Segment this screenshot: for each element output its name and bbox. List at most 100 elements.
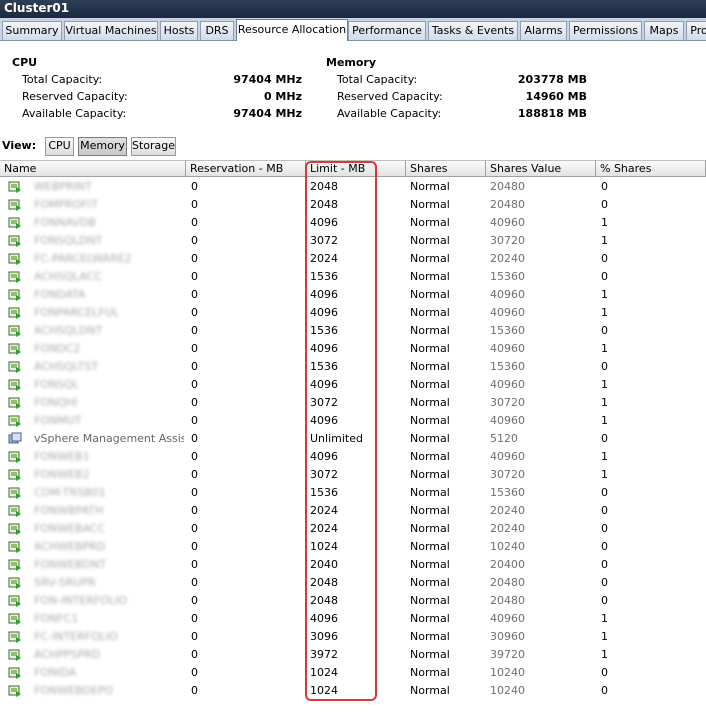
table-row[interactable]: WEBPRINT 0 2048 Normal 20480 0	[0, 178, 706, 196]
view-cpu-button[interactable]: CPU	[45, 137, 74, 156]
table-row[interactable]: FONNAVDB 0 4096 Normal 40960 1	[0, 214, 706, 232]
table-row[interactable]: FONIDA 0 1024 Normal 10240 0	[0, 664, 706, 682]
shares-cell: Normal	[410, 666, 450, 679]
table-row[interactable]: FONDATA 0 4096 Normal 40960 1	[0, 286, 706, 304]
memory-reserved-label: Reserved Capacity:	[337, 90, 443, 103]
reservation-cell: 0	[191, 180, 198, 193]
tab-performance[interactable]: Performance	[348, 21, 426, 40]
limit-cell: 3096	[310, 630, 338, 643]
vm-name-cell: FONNAVDB	[34, 216, 96, 229]
column-header-pct-shares[interactable]: % Shares	[596, 160, 706, 177]
vm-icon	[8, 270, 22, 284]
table-row[interactable]: FC-INTERFOLIO 0 3096 Normal 30960 1	[0, 628, 706, 646]
cpu-total-label: Total Capacity:	[22, 73, 103, 86]
reservation-cell: 0	[191, 612, 198, 625]
vm-name-cell: FONWEBDEPO	[34, 684, 114, 697]
table-row[interactable]: FONDC2 0 4096 Normal 40960 1	[0, 340, 706, 358]
tab-resource-allocation[interactable]: Resource Allocation	[236, 19, 348, 41]
reservation-cell: 0	[191, 288, 198, 301]
table-row[interactable]: FOMPROFIT 0 2048 Normal 20480 0	[0, 196, 706, 214]
shares-value-cell: 20240	[490, 522, 525, 535]
tab-permissions[interactable]: Permissions	[569, 21, 642, 40]
shares-value-cell: 30720	[490, 468, 525, 481]
limit-cell: 1024	[310, 540, 338, 553]
table-row[interactable]: FONWBPATH 0 2024 Normal 20240 0	[0, 502, 706, 520]
limit-cell: 1024	[310, 684, 338, 697]
column-header-limit[interactable]: Limit - MB	[306, 160, 406, 177]
tab-tasks-events[interactable]: Tasks & Events	[428, 21, 518, 40]
tab-hosts[interactable]: Hosts	[160, 21, 198, 40]
tab-pro[interactable]: Pro	[686, 21, 706, 40]
shares-value-cell: 10240	[490, 540, 525, 553]
table-row[interactable]: vSphere Management Assis... 0 Unlimited Nor…	[0, 430, 706, 448]
tab-alarms[interactable]: Alarms	[520, 21, 567, 40]
shares-cell: Normal	[410, 306, 450, 319]
view-memory-button[interactable]: Memory	[78, 137, 127, 156]
reservation-cell: 0	[191, 216, 198, 229]
limit-cell: 4096	[310, 216, 338, 229]
vm-name-cell: FC-PARCELWARE2	[34, 252, 132, 265]
vm-icon	[8, 630, 22, 644]
pct-shares-cell: 1	[601, 612, 608, 625]
table-row[interactable]: FONWEBDNT 0 2040 Normal 20400 0	[0, 556, 706, 574]
table-row[interactable]: FONSQLDNT 0 3072 Normal 30720 1	[0, 232, 706, 250]
shares-value-cell: 20480	[490, 198, 525, 211]
table-row[interactable]: FONQHI 0 3072 Normal 30720 1	[0, 394, 706, 412]
pct-shares-cell: 0	[601, 540, 608, 553]
column-header-name[interactable]: Name	[0, 160, 186, 177]
table-row[interactable]: ACHWEBPRD 0 1024 Normal 10240 0	[0, 538, 706, 556]
tab-drs[interactable]: DRS	[200, 21, 234, 40]
tab-summary[interactable]: Summary	[2, 21, 62, 40]
view-storage-button[interactable]: Storage	[131, 137, 176, 156]
vm-name-cell: FONDC2	[34, 342, 81, 355]
table-row[interactable]: FONFC1 0 4096 Normal 40960 1	[0, 610, 706, 628]
limit-cell: 1536	[310, 486, 338, 499]
limit-cell: 2040	[310, 558, 338, 571]
table-row[interactable]: ACHSQLTST 0 1536 Normal 15360 0	[0, 358, 706, 376]
pct-shares-cell: 1	[601, 630, 608, 643]
table-row[interactable]: FONPARCELFUL 0 4096 Normal 40960 1	[0, 304, 706, 322]
table-row[interactable]: SRV-SRUPR 0 2048 Normal 20480 0	[0, 574, 706, 592]
shares-cell: Normal	[410, 558, 450, 571]
shares-value-cell: 15360	[490, 360, 525, 373]
limit-cell: 2024	[310, 252, 338, 265]
limit-cell: 2024	[310, 522, 338, 535]
table-row[interactable]: FON-INTERFOLIO 0 2048 Normal 20480 0	[0, 592, 706, 610]
vm-name-cell: ACHPPSPRD	[34, 648, 101, 661]
table-row[interactable]: FONSQL 0 4096 Normal 40960 1	[0, 376, 706, 394]
table-row[interactable]: FONWEB1 0 4096 Normal 40960 1	[0, 448, 706, 466]
limit-cell: 4096	[310, 306, 338, 319]
table-row[interactable]: FC-PARCELWARE2 0 2024 Normal 20240 0	[0, 250, 706, 268]
table-row[interactable]: ACHSQLACC 0 1536 Normal 15360 0	[0, 268, 706, 286]
table-row[interactable]: ACHSQLDNT 0 1536 Normal 15360 0	[0, 322, 706, 340]
reservation-cell: 0	[191, 450, 198, 463]
table-row[interactable]: FONWEBACC 0 2024 Normal 20240 0	[0, 520, 706, 538]
column-header-shares[interactable]: Shares	[406, 160, 486, 177]
cpu-total-value: 97404 MHz	[233, 73, 302, 86]
memory-available-label: Available Capacity:	[337, 107, 442, 120]
limit-cell: Unlimited	[310, 432, 363, 445]
tab-virtual-machines[interactable]: Virtual Machines	[64, 21, 158, 40]
reservation-cell: 0	[191, 198, 198, 211]
shares-value-cell: 15360	[490, 324, 525, 337]
shares-cell: Normal	[410, 270, 450, 283]
pct-shares-cell: 0	[601, 504, 608, 517]
table-row[interactable]: FONWEB2 0 3072 Normal 30720 1	[0, 466, 706, 484]
pct-shares-cell: 1	[601, 342, 608, 355]
tab-maps[interactable]: Maps	[644, 21, 684, 40]
shares-value-cell: 20480	[490, 180, 525, 193]
shares-cell: Normal	[410, 450, 450, 463]
limit-cell: 4096	[310, 342, 338, 355]
table-row[interactable]: ACHPPSPRD 0 3972 Normal 39720 1	[0, 646, 706, 664]
shares-cell: Normal	[410, 684, 450, 697]
shares-value-cell: 40960	[490, 612, 525, 625]
shares-cell: Normal	[410, 378, 450, 391]
pct-shares-cell: 0	[601, 198, 608, 211]
column-header-shares-value[interactable]: Shares Value	[486, 160, 596, 177]
reservation-cell: 0	[191, 630, 198, 643]
table-row[interactable]: FONMUT 0 4096 Normal 40960 1	[0, 412, 706, 430]
table-row[interactable]: FONWEBDEPO 0 1024 Normal 10240 0	[0, 682, 706, 700]
shares-cell: Normal	[410, 648, 450, 661]
column-header-reservation[interactable]: Reservation - MB	[186, 160, 306, 177]
table-row[interactable]: COM-TRSB01 0 1536 Normal 15360 0	[0, 484, 706, 502]
